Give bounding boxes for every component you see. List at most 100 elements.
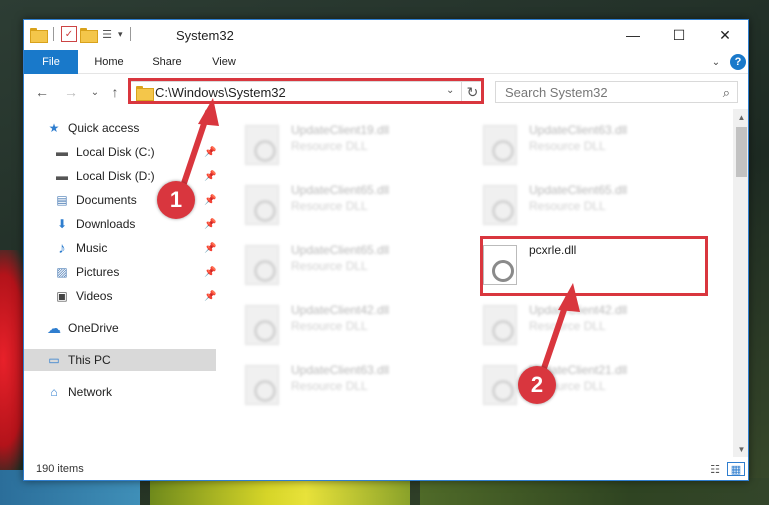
sidebar-item-this-pc[interactable]: ▭ This PC — [24, 349, 216, 371]
back-button[interactable]: ← — [33, 83, 51, 101]
file-item[interactable]: UpdateClient63.dll Resource DLL — [483, 121, 693, 171]
details-view-icon[interactable]: ☷ — [706, 462, 724, 476]
sidebar-item-label: Downloads — [76, 217, 136, 231]
pin-icon[interactable]: 📌 — [204, 171, 216, 182]
sidebar-item-onedrive[interactable]: ☁ OneDrive — [46, 317, 216, 339]
recent-locations-button[interactable]: ⌄ — [86, 83, 104, 101]
pin-icon[interactable]: 📌 — [204, 147, 216, 158]
disk-icon: ▬ — [56, 169, 68, 183]
pin-icon[interactable]: 📌 — [204, 291, 216, 302]
sidebar-item-label: This PC — [68, 353, 111, 367]
file-item[interactable]: UpdateClient21.dll Resource DLL — [483, 361, 693, 411]
window-title: System32 — [176, 28, 234, 43]
file-name: UpdateClient63.dll — [291, 363, 390, 377]
file-name: UpdateClient65.dll — [291, 243, 390, 257]
search-input[interactable]: Search System32 ⌕ — [495, 81, 738, 103]
step-1-badge: 1 — [157, 181, 195, 219]
network-icon: ⌂ — [50, 385, 58, 399]
search-icon: ⌕ — [722, 85, 730, 100]
sidebar-item-pictures[interactable]: ▨ Pictures — [54, 261, 216, 283]
close-button[interactable]: ✕ — [702, 20, 748, 50]
pin-icon[interactable]: 📌 — [204, 267, 216, 278]
file-name: UpdateClient63.dll — [529, 123, 628, 137]
sidebar-item-music[interactable]: ♪ Music — [54, 237, 216, 259]
cloud-icon: ☁ — [47, 319, 61, 336]
sidebar-item-label: Local Disk (D:) — [76, 169, 155, 183]
minimize-button[interactable]: — — [610, 20, 656, 50]
dll-file-icon — [483, 365, 517, 405]
status-bar: 190 items ☷ ▦ — [24, 457, 748, 480]
help-button[interactable]: ? — [730, 53, 746, 71]
dll-file-icon — [245, 305, 279, 345]
expand-ribbon-icon[interactable]: ⌄ — [708, 53, 724, 71]
sidebar-item-label: Pictures — [76, 265, 120, 279]
folder-icon — [30, 27, 48, 43]
downloads-icon: ⬇ — [56, 217, 68, 231]
large-icons-view-icon[interactable]: ▦ — [727, 462, 745, 476]
wallpaper-green — [420, 478, 769, 505]
file-item[interactable]: UpdateClient65.dll Resource DLL — [245, 241, 455, 291]
quick-access-toolbar: ✓ ☰ ▾ — [30, 26, 135, 43]
videos-icon: ▣ — [56, 289, 68, 303]
forward-button[interactable]: → — [62, 83, 80, 101]
dll-file-icon — [245, 125, 279, 165]
sidebar-item-videos[interactable]: ▣ Videos — [54, 285, 216, 307]
dll-file-icon — [245, 365, 279, 405]
tab-file[interactable]: File — [24, 50, 78, 74]
scroll-thumb[interactable] — [736, 127, 747, 177]
pin-icon[interactable]: 📌 — [204, 243, 216, 254]
scroll-up-icon[interactable]: ▲ — [733, 109, 748, 125]
music-icon: ♪ — [58, 239, 66, 257]
dll-file-icon — [245, 245, 279, 285]
address-highlight-box — [128, 78, 484, 104]
search-placeholder: Search System32 — [505, 84, 608, 100]
file-type: Resource DLL — [529, 199, 606, 213]
scroll-down-icon[interactable]: ▼ — [733, 441, 748, 457]
sidebar-item-local-disk-d[interactable]: ▬ Local Disk (D:) — [54, 165, 216, 187]
item-count: 190 items — [36, 463, 84, 475]
file-type: Resource DLL — [291, 379, 368, 393]
file-item[interactable]: UpdateClient42.dll Resource DLL — [245, 301, 455, 351]
file-type: Resource DLL — [529, 319, 606, 333]
file-item[interactable]: UpdateClient63.dll Resource DLL — [245, 361, 455, 411]
tab-share[interactable]: Share — [142, 50, 192, 74]
file-name: UpdateClient42.dll — [291, 303, 390, 317]
file-item[interactable]: UpdateClient65.dll Resource DLL — [483, 181, 693, 231]
properties-icon[interactable]: ✓ — [61, 26, 77, 42]
customize-qat-icon[interactable]: ☰ — [99, 26, 115, 42]
maximize-button[interactable]: ☐ — [656, 20, 702, 50]
tab-view[interactable]: View — [199, 50, 249, 74]
file-item[interactable]: UpdateClient65.dll Resource DLL — [245, 181, 455, 231]
star-icon: ★ — [48, 121, 60, 135]
qat-dropdown-icon[interactable]: ▾ — [118, 29, 123, 40]
file-item[interactable]: UpdateClient19.dll Resource DLL — [245, 121, 455, 171]
file-item[interactable]: UpdateClient42.dll Resource DLL — [483, 301, 693, 351]
file-type: Resource DLL — [291, 199, 368, 213]
dll-file-icon — [483, 185, 517, 225]
pictures-icon: ▨ — [56, 265, 68, 279]
sidebar-item-downloads[interactable]: ⬇ Downloads — [54, 213, 216, 235]
file-type: Resource DLL — [291, 259, 368, 273]
pin-icon[interactable]: 📌 — [204, 219, 216, 230]
wallpaper-yellow — [150, 478, 410, 505]
sidebar-item-quick-access[interactable]: ★ Quick access — [46, 117, 216, 139]
file-name: UpdateClient65.dll — [291, 183, 390, 197]
title-bar: ✓ ☰ ▾ System32 — ☐ ✕ — [24, 20, 748, 50]
help-icon: ? — [730, 54, 746, 70]
sidebar-item-network[interactable]: ⌂ Network — [46, 381, 216, 403]
up-button[interactable]: ↑ — [106, 83, 124, 101]
dll-file-icon — [483, 125, 517, 165]
sidebar-item-local-disk-c[interactable]: ▬ Local Disk (C:) — [54, 141, 216, 163]
file-name: UpdateClient65.dll — [529, 183, 628, 197]
sidebar-item-label: OneDrive — [68, 321, 119, 335]
vertical-scrollbar[interactable]: ▲ ▼ — [733, 109, 748, 457]
step-2-badge: 2 — [518, 366, 556, 404]
file-type: Resource DLL — [529, 139, 606, 153]
new-folder-icon[interactable] — [80, 27, 98, 43]
file-name: UpdateClient42.dll — [529, 303, 628, 317]
disk-icon: ▬ — [56, 145, 68, 159]
divider — [53, 27, 54, 41]
tab-home[interactable]: Home — [84, 50, 134, 74]
pin-icon[interactable]: 📌 — [204, 195, 216, 206]
ribbon-tabs: File Home Share View ⌄ ? — [24, 50, 748, 74]
